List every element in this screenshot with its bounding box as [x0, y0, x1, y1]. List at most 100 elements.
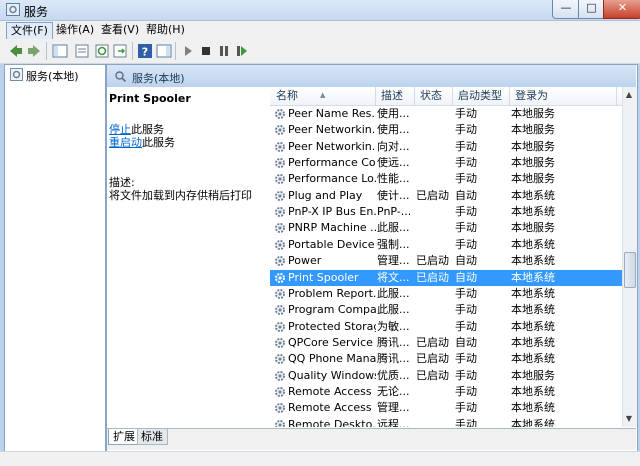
table-row[interactable]: Power 管理... 已启动 自动 本地系统 — [270, 253, 622, 269]
table-row[interactable]: Performance Co...使远... 手动 本地服务 — [270, 155, 622, 171]
stop-service-icon[interactable] — [198, 43, 214, 59]
toolbar-separator — [175, 42, 176, 60]
menu-action[interactable]: 操作(A) — [52, 22, 98, 38]
service-gear-icon — [275, 223, 285, 234]
menu-help[interactable]: 帮助(H) — [142, 22, 189, 38]
scroll-down-arrow-icon[interactable]: ▼ — [623, 412, 635, 426]
refresh-icon[interactable] — [94, 43, 110, 59]
cell-startup-type: 手动 — [455, 221, 477, 235]
table-row[interactable]: Remote Deskto... 远程... 手动 本地系统 — [270, 417, 622, 427]
scrollbar-thumb[interactable] — [624, 252, 636, 288]
cell-description: 优质... — [377, 368, 410, 382]
service-gear-icon — [275, 288, 285, 299]
help-icon[interactable]: ? — [137, 43, 153, 59]
view-tabs-bar — [107, 428, 636, 450]
cell-name: PnP-X IP Bus En... — [288, 205, 376, 219]
cell-log-on-as: 本地系统 — [511, 270, 555, 284]
table-row[interactable]: QQ Phone Mana...腾讯... 已启动手动 本地系统 — [270, 351, 622, 367]
table-row[interactable]: Problem Report... 此服... 手动 本地系统 — [270, 286, 622, 302]
cell-name: Power — [288, 254, 322, 268]
title-bar — [0, 0, 640, 21]
service-gear-icon — [275, 354, 285, 365]
cell-startup-type: 自动 — [455, 335, 477, 349]
table-row[interactable]: Quality Windows...优质... 已启动手动 本地服务 — [270, 368, 622, 384]
table-row[interactable]: Program Compa...此服... 手动 本地系统 — [270, 302, 622, 318]
column-header-log-on-as[interactable]: 登录为 — [509, 87, 617, 105]
start-service-icon[interactable] — [180, 43, 196, 59]
properties-icon[interactable] — [74, 43, 90, 59]
minimize-button[interactable]: — — [552, 0, 580, 19]
cell-name: Portable Device ... — [288, 237, 376, 251]
table-row[interactable]: Protected Storage为敏... 手动 本地系统 — [270, 319, 622, 335]
cell-name: Performance Co... — [288, 156, 376, 170]
table-row[interactable]: Peer Networkin... 向对... 手动 本地服务 — [270, 139, 622, 155]
service-gear-icon — [275, 403, 285, 414]
restart-service-link[interactable]: 重启动 — [109, 136, 142, 149]
cell-log-on-as: 本地系统 — [511, 401, 555, 415]
service-gear-icon — [275, 337, 285, 348]
table-row[interactable]: QPCore Service 腾讯... 已启动 自动 本地系统 — [270, 335, 622, 351]
cell-log-on-as: 本地服务 — [511, 123, 555, 137]
cell-log-on-as: 本地服务 — [511, 139, 555, 153]
column-header-status[interactable]: 状态 — [414, 87, 453, 105]
cell-name: Program Compa... — [288, 303, 376, 317]
table-row[interactable]: Remote Access ... 管理... 手动 本地系统 — [270, 400, 622, 416]
cell-status: 已启动 — [416, 270, 449, 284]
cell-startup-type: 自动 — [455, 270, 477, 284]
service-gear-icon — [275, 305, 285, 316]
console-tree-icon[interactable] — [52, 43, 68, 59]
table-row[interactable]: PNRP Machine ... 此服... 手动 本地服务 — [270, 220, 622, 236]
cell-name: QQ Phone Mana... — [288, 352, 376, 366]
maximize-button[interactable]: □ — [578, 0, 605, 19]
table-row[interactable]: Performance Lo... 性能... 手动 本地服务 — [270, 171, 622, 187]
table-row[interactable]: PnP-X IP Bus En... PnP-... 手动 本地系统 — [270, 204, 622, 220]
cell-status: 已启动 — [416, 254, 449, 268]
table-row[interactable]: Plug and Play 使计... 已启动 自动 本地系统 — [270, 188, 622, 204]
forward-arrow-icon[interactable] — [26, 43, 42, 59]
cell-startup-type: 手动 — [455, 384, 477, 398]
table-row[interactable]: Remote Access ... 无论... 手动 本地系统 — [270, 384, 622, 400]
tree-item-services-local[interactable]: 服务(本地) — [26, 68, 79, 84]
cell-description: 强制... — [377, 237, 410, 251]
description-text: 将文件加载到内存供稍后打印 — [109, 189, 252, 202]
toolbar-separator — [46, 42, 47, 60]
cell-description: 将文... — [377, 270, 410, 284]
cell-name: Remote Access ... — [288, 401, 376, 415]
restart-service-line: 重启动此服务 — [109, 134, 175, 150]
svg-text:?: ? — [142, 46, 148, 59]
tab-standard[interactable]: 标准 — [137, 429, 168, 445]
service-gear-icon — [275, 272, 285, 283]
close-button[interactable]: ✕ — [603, 0, 640, 19]
tab-extended[interactable]: 扩展 — [108, 429, 140, 445]
services-app-icon — [6, 3, 20, 16]
toolbar-separator — [132, 42, 133, 60]
show-hide-action-pane-icon[interactable] — [156, 43, 172, 59]
column-header-startup-type[interactable]: 启动类型 — [452, 87, 510, 105]
service-gear-icon — [275, 256, 285, 267]
cell-name: Remote Access ... — [288, 384, 376, 398]
table-row[interactable]: Peer Name Res... 使用... 手动 本地服务 — [270, 106, 622, 122]
table-row[interactable]: Print Spooler 将文... 已启动 自动 本地系统 — [270, 269, 622, 286]
column-header-name[interactable]: 名称 ▲ — [270, 87, 376, 105]
column-header-description[interactable]: 描述 — [375, 87, 415, 105]
scroll-up-arrow-icon[interactable]: ▲ — [623, 88, 635, 102]
table-row[interactable]: Peer Networkin... 使用... 手动 本地服务 — [270, 122, 622, 138]
back-arrow-icon[interactable] — [8, 43, 24, 59]
cell-description: 远程... — [377, 417, 410, 427]
menu-view[interactable]: 查看(V) — [97, 22, 143, 38]
cell-description: 管理... — [377, 254, 410, 268]
cell-description: 腾讯... — [377, 352, 410, 366]
cell-name: Performance Lo... — [288, 172, 376, 186]
cell-description: 此服... — [377, 303, 410, 317]
cell-log-on-as: 本地系统 — [511, 237, 555, 251]
export-list-icon[interactable] — [112, 43, 128, 59]
restart-service-icon[interactable] — [234, 43, 250, 59]
cell-name: Plug and Play — [288, 188, 363, 202]
cell-name: QPCore Service — [288, 335, 373, 349]
cell-description: 性能... — [377, 172, 410, 186]
pause-service-icon[interactable] — [216, 43, 232, 59]
table-row[interactable]: Portable Device ...强制... 手动 本地系统 — [270, 237, 622, 253]
menu-file[interactable]: 文件(F) — [6, 22, 53, 40]
service-gear-icon — [275, 125, 285, 136]
cell-name: Remote Deskto... — [288, 417, 376, 427]
